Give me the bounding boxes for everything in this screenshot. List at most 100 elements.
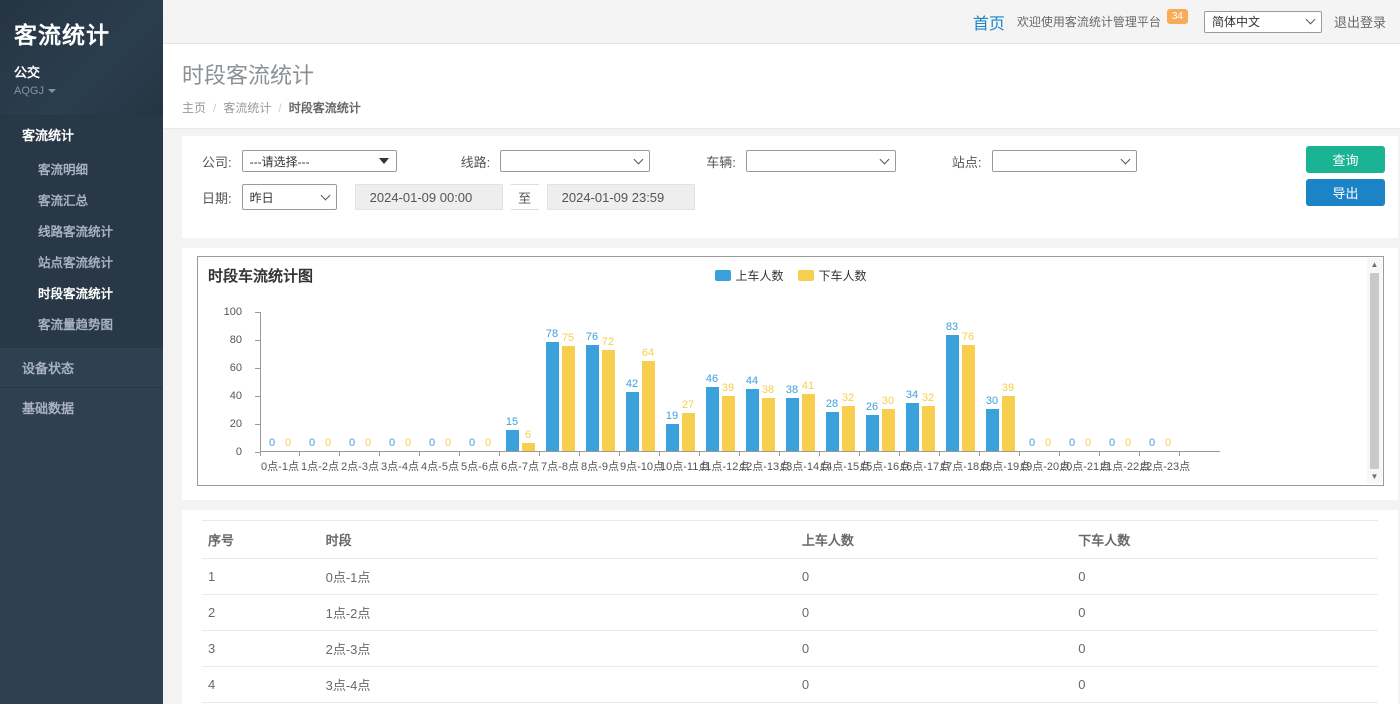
chevron-down-icon xyxy=(634,154,644,164)
legend-item-上车人数[interactable]: 上车人数 xyxy=(714,267,783,284)
breadcrumb-item-客流统计[interactable]: 客流统计 xyxy=(223,99,271,116)
bar-下车人数[interactable] xyxy=(842,406,855,451)
bar-unit: 0 xyxy=(1042,437,1055,451)
legend-label: 上车人数 xyxy=(735,267,783,284)
bar-上车人数[interactable] xyxy=(986,409,999,451)
sidebar-subitem-时段客流统计[interactable]: 时段客流统计 xyxy=(0,277,163,308)
sidebar-subitem-客流量趋势图[interactable]: 客流量趋势图 xyxy=(0,308,163,339)
scrollbar-thumb[interactable] xyxy=(1370,273,1379,469)
table-body: 10点-1点0021点-2点0032点-3点0043点-4点0054点-5点00… xyxy=(202,559,1378,704)
bar-上车人数[interactable] xyxy=(946,335,959,451)
bar-下车人数[interactable] xyxy=(722,396,735,451)
bar-unit: 30 xyxy=(882,395,895,451)
bar-unit: 0 xyxy=(282,437,295,451)
bar-下车人数[interactable] xyxy=(1002,396,1015,451)
bar-上车人数[interactable] xyxy=(666,424,679,451)
line-label: 线路: xyxy=(461,152,491,171)
vehicle-select[interactable] xyxy=(746,150,896,172)
x-tick-label: 1点-2点 xyxy=(300,458,340,474)
bar-value-label: 30 xyxy=(986,395,998,407)
table-cell: 1 xyxy=(202,559,320,595)
bar-group-19点-20点: 00 xyxy=(1020,311,1060,451)
station-select[interactable] xyxy=(992,150,1137,172)
bar-上车人数[interactable] xyxy=(706,387,719,451)
sidebar-subitem-线路客流统计[interactable]: 线路客流统计 xyxy=(0,215,163,246)
bar-下车人数[interactable] xyxy=(962,345,975,451)
sidebar-subitem-客流明细[interactable]: 客流明细 xyxy=(0,153,163,184)
language-select[interactable]: 简体中文 xyxy=(1204,11,1322,33)
query-button[interactable]: 查询 xyxy=(1306,146,1385,173)
bar-下车人数[interactable] xyxy=(562,346,575,451)
bar-上车人数[interactable] xyxy=(906,403,919,451)
chart-box: 时段车流统计图 上车人数下车人数 020406080100 0000000000… xyxy=(197,256,1384,486)
legend-item-下车人数[interactable]: 下车人数 xyxy=(798,267,867,284)
bar-上车人数[interactable] xyxy=(586,345,599,451)
bar-下车人数[interactable] xyxy=(922,406,935,451)
notification-badge[interactable]: 34 xyxy=(1167,9,1188,24)
x-tick-label: 18点-19点 xyxy=(980,458,1020,474)
bar-unit: 44 xyxy=(746,375,759,451)
bar-下车人数[interactable] xyxy=(682,413,695,451)
bar-unit: 6 xyxy=(522,429,535,451)
y-tick-label: 80 xyxy=(230,334,242,346)
sidebar-item-基础数据[interactable]: 基础数据 xyxy=(0,388,163,427)
breadcrumb-item-主页[interactable]: 主页 xyxy=(182,99,206,116)
filter-row-2: 日期: 昨日 2024-01-09 00:00 至 2024-01-09 23:… xyxy=(202,184,1386,210)
bar-value-label: 78 xyxy=(546,328,558,340)
bar-value-label: 39 xyxy=(722,382,734,394)
sidebar-subitem-站点客流统计[interactable]: 站点客流统计 xyxy=(0,246,163,277)
bar-上车人数[interactable] xyxy=(626,392,639,451)
bar-value-label: 0 xyxy=(389,437,395,449)
bar-value-label: 0 xyxy=(405,437,411,449)
station-label: 站点: xyxy=(952,152,982,171)
x-tickmark xyxy=(900,452,940,456)
chart-area: 020406080100 000000000000156787576724264… xyxy=(260,312,1220,452)
org-selector[interactable]: AQGJ xyxy=(14,85,149,97)
scroll-up-icon[interactable]: ▲ xyxy=(1371,258,1379,272)
x-tick-label: 8点-9点 xyxy=(580,458,620,474)
bar-下车人数[interactable] xyxy=(762,398,775,451)
bar-unit: 0 xyxy=(402,437,415,451)
sidebar-subitem-客流汇总[interactable]: 客流汇总 xyxy=(0,184,163,215)
bar-unit: 0 xyxy=(1146,437,1159,451)
x-tickmark xyxy=(300,452,340,456)
scroll-down-icon[interactable]: ▼ xyxy=(1371,470,1379,484)
bar-上车人数[interactable] xyxy=(746,389,759,451)
home-link[interactable]: 首页 xyxy=(973,10,1005,34)
bar-上车人数[interactable] xyxy=(826,412,839,451)
bar-unit: 26 xyxy=(866,401,879,451)
bar-unit: 0 xyxy=(442,437,455,451)
line-select[interactable] xyxy=(500,150,650,172)
data-table: 序号时段上车人数下车人数 10点-1点0021点-2点0032点-3点0043点… xyxy=(202,520,1378,704)
logout-link[interactable]: 退出登录 xyxy=(1334,12,1386,31)
chart-title: 时段车流统计图 xyxy=(208,265,313,286)
bar-上车人数[interactable] xyxy=(866,415,879,451)
bar-上车人数[interactable] xyxy=(786,398,799,451)
bar-上车人数[interactable] xyxy=(546,342,559,451)
bar-下车人数[interactable] xyxy=(642,361,655,451)
bar-下车人数[interactable] xyxy=(882,409,895,451)
bar-unit: 0 xyxy=(1122,437,1135,451)
date-to-input[interactable]: 2024-01-09 23:59 xyxy=(547,184,695,210)
sidebar-nav: 客流统计客流明细客流汇总线路客流统计站点客流统计时段客流统计客流量趋势图设备状态… xyxy=(0,115,163,427)
date-preset-select[interactable]: 昨日 xyxy=(242,184,337,210)
bar-group-3点-4点: 00 xyxy=(380,311,420,451)
bar-下车人数[interactable] xyxy=(522,443,535,451)
x-tick-label: 16点-17点 xyxy=(900,458,940,474)
chart-scrollbar[interactable]: ▲ ▼ xyxy=(1367,258,1382,484)
bar-下车人数[interactable] xyxy=(602,350,615,451)
export-button[interactable]: 导出 xyxy=(1306,179,1385,206)
bar-上车人数[interactable] xyxy=(506,430,519,451)
sidebar-item-设备状态[interactable]: 设备状态 xyxy=(0,348,163,387)
x-tickmark xyxy=(860,452,900,456)
x-tickmark xyxy=(980,452,1020,456)
date-from-input[interactable]: 2024-01-09 00:00 xyxy=(355,184,503,210)
bar-unit: 41 xyxy=(802,380,815,451)
bar-下车人数[interactable] xyxy=(802,394,815,451)
bar-unit: 0 xyxy=(426,437,439,451)
bar-value-label: 0 xyxy=(309,437,315,449)
x-tick-label: 14点-15点 xyxy=(820,458,860,474)
action-buttons: 查询 导出 xyxy=(1306,146,1385,206)
company-select[interactable]: ---请选择--- xyxy=(242,150,397,172)
sidebar-item-客流统计[interactable]: 客流统计 xyxy=(0,116,163,153)
